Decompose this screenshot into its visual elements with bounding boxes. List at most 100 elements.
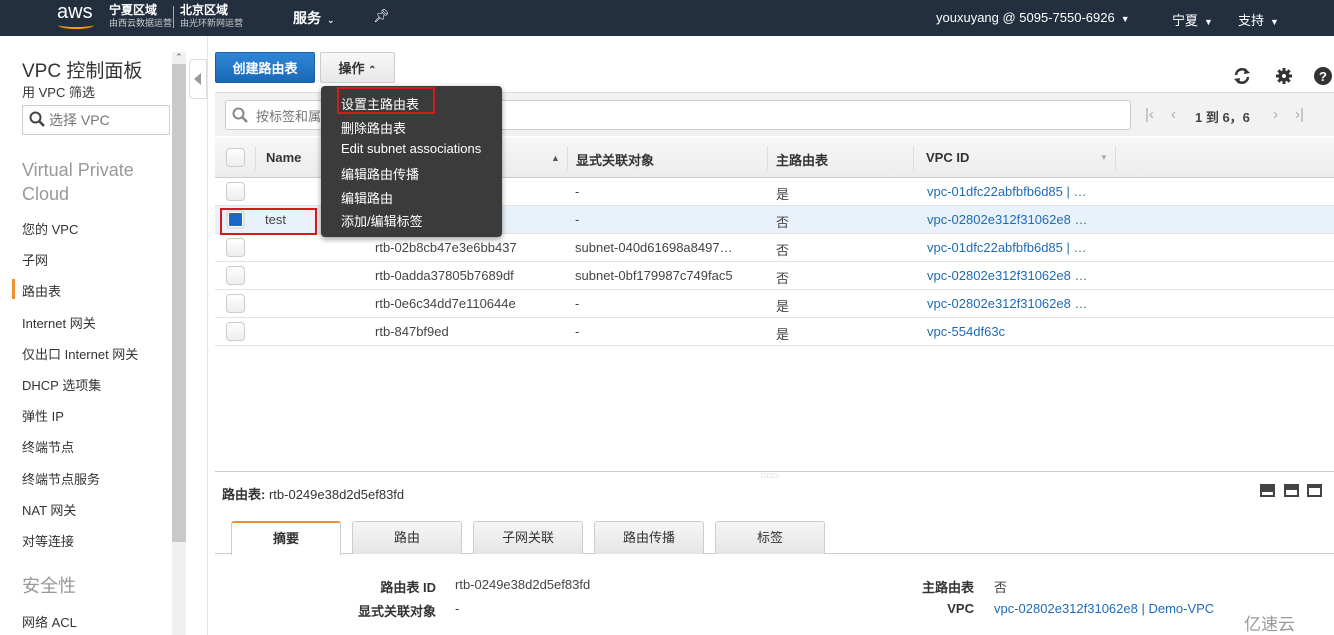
chevron-up-icon: ⌃ bbox=[368, 65, 377, 76]
layout-top-icon[interactable] bbox=[1307, 484, 1322, 497]
select-all-checkbox[interactable] bbox=[226, 148, 245, 167]
gear-icon[interactable] bbox=[1274, 66, 1294, 86]
sort-icon[interactable]: ▼ bbox=[1100, 153, 1108, 162]
caret-left-icon bbox=[194, 73, 201, 85]
sidebar-item-egress-only-igw[interactable]: 仅出口 Internet 网关 bbox=[22, 344, 138, 363]
region-ningxia[interactable]: 宁夏区域 由西云数据运营 bbox=[109, 4, 172, 30]
sidebar-item-subnets[interactable]: 子网 bbox=[22, 250, 48, 269]
caret-down-icon: ▼ bbox=[1120, 14, 1130, 24]
sidebar-item-endpoints[interactable]: 终端节点 bbox=[22, 437, 74, 456]
cell-route-table-id: rtb-0e6c34dd7e110644e bbox=[375, 296, 516, 311]
sidebar-item-elastic-ips[interactable]: 弹性 IP bbox=[22, 406, 64, 425]
sidebar-item-network-acls[interactable]: 网络 ACL bbox=[22, 612, 77, 631]
create-route-table-button[interactable]: 创建路由表 bbox=[215, 52, 315, 83]
tab-subnet-associations[interactable]: 子网关联 bbox=[473, 521, 583, 554]
vpc-filter-input[interactable] bbox=[49, 110, 164, 130]
cell-main: 是 bbox=[776, 299, 790, 314]
cell-route-table-id: rtb-02b8cb47e3e6bb437 bbox=[375, 240, 517, 255]
label-route-table-id: 路由表 ID bbox=[380, 580, 436, 595]
sidebar-item-internet-gateways[interactable]: Internet 网关 bbox=[22, 313, 96, 332]
region-selector[interactable]: 宁夏 ▼ bbox=[1172, 10, 1213, 29]
menu-item-edit-route-propagation[interactable]: 编辑路由传播 bbox=[341, 164, 419, 183]
search-icon bbox=[29, 111, 45, 127]
sidebar-item-nat-gateways[interactable]: NAT 网关 bbox=[22, 500, 76, 519]
pin-icon[interactable]: 📌︎ bbox=[373, 8, 390, 24]
sidebar: VPC 控制面板 用 VPC 筛选 Virtual Private Cloud … bbox=[0, 36, 186, 635]
cell-main: 是 bbox=[776, 327, 790, 342]
cell-vpc-id[interactable]: vpc-02802e312f31062e8 … bbox=[927, 212, 1087, 227]
tab-summary[interactable]: 摘要 bbox=[231, 521, 341, 555]
support-menu[interactable]: 支持 ▼ bbox=[1238, 10, 1279, 29]
prev-page-icon[interactable]: ‹ bbox=[1171, 106, 1176, 123]
refresh-icon[interactable] bbox=[1232, 66, 1252, 86]
tab-routes[interactable]: 路由 bbox=[352, 521, 462, 554]
chevron-down-icon: ⌄ bbox=[327, 15, 335, 25]
value-main: 否 bbox=[994, 580, 1008, 595]
column-explicit-associations[interactable]: 显式关联对象 bbox=[576, 150, 654, 169]
tab-tags[interactable]: 标签 bbox=[715, 521, 825, 554]
account-menu[interactable]: youxuyang @ 5095-7550-6926 ▼ bbox=[936, 10, 1130, 25]
scroll-up-icon[interactable]: ⌃ bbox=[175, 52, 183, 63]
sidebar-item-route-tables[interactable]: 路由表 bbox=[22, 281, 61, 300]
table-row[interactable]: rtb-0adda37805b7689df subnet-0bf179987c7… bbox=[215, 262, 1334, 290]
row-checkbox[interactable] bbox=[226, 238, 245, 257]
region-beijing[interactable]: 北京区域 由光环新网运营 bbox=[180, 4, 243, 30]
row-checkbox[interactable] bbox=[226, 322, 245, 341]
menu-item-edit-subnet-associations[interactable]: Edit subnet associations bbox=[341, 141, 481, 156]
vpc-filter-select[interactable] bbox=[22, 105, 170, 135]
sidebar-item-dhcp-options[interactable]: DHCP 选项集 bbox=[22, 375, 101, 394]
first-page-icon[interactable]: |‹ bbox=[1145, 106, 1154, 123]
aws-logo[interactable]: aws bbox=[57, 2, 97, 33]
cell-vpc-id[interactable]: vpc-02802e312f31062e8 … bbox=[927, 296, 1087, 311]
menu-item-edit-tags[interactable]: 添加/编辑标签 bbox=[341, 211, 423, 230]
cell-vpc-id[interactable]: vpc-02802e312f31062e8 … bbox=[927, 268, 1087, 283]
table-row[interactable]: rtb-847bf9ed - 是 vpc-554df63c bbox=[215, 318, 1334, 346]
menu-item-delete-route-table[interactable]: 删除路由表 bbox=[341, 118, 406, 137]
column-name[interactable]: Name bbox=[266, 150, 301, 165]
divider bbox=[207, 36, 208, 635]
actions-button[interactable]: 操作 ⌃ bbox=[320, 52, 395, 83]
services-menu[interactable]: 服务 ⌄ bbox=[293, 8, 335, 28]
value-vpc-link[interactable]: vpc-02802e312f31062e8 | Demo-VPC bbox=[994, 601, 1214, 616]
table-row[interactable]: rtb-0e6c34dd7e110644e - 是 vpc-02802e312f… bbox=[215, 290, 1334, 318]
region-divider bbox=[173, 6, 174, 28]
scrollbar-thumb[interactable] bbox=[172, 64, 186, 542]
sidebar-item-endpoint-services[interactable]: 终端节点服务 bbox=[22, 469, 100, 488]
row-checkbox[interactable] bbox=[226, 182, 245, 201]
sidebar-item-peering[interactable]: 对等连接 bbox=[22, 531, 74, 550]
sidebar-scrollbar[interactable]: ⌃ bbox=[172, 52, 186, 635]
drag-handle-icon[interactable]: □□□ bbox=[761, 473, 780, 480]
pane-splitter[interactable] bbox=[215, 471, 1334, 472]
search-icon bbox=[232, 107, 248, 123]
cell-vpc-id[interactable]: vpc-01dfc22abfbfb6d85 | … bbox=[927, 184, 1087, 199]
row-checkbox[interactable] bbox=[226, 266, 245, 285]
sidebar-item-your-vpcs[interactable]: 您的 VPC bbox=[22, 219, 78, 238]
help-icon[interactable]: ? bbox=[1313, 66, 1333, 86]
section-vpc: Virtual Private Cloud bbox=[22, 160, 134, 204]
column-separator bbox=[913, 146, 914, 170]
layout-bottom-icon[interactable] bbox=[1260, 484, 1275, 497]
last-page-icon[interactable]: ›| bbox=[1295, 106, 1304, 123]
cell-associations: - bbox=[575, 324, 580, 339]
row-checkbox[interactable] bbox=[226, 294, 245, 313]
aws-smile-icon bbox=[58, 21, 94, 29]
collapse-sidebar-button[interactable] bbox=[189, 59, 207, 99]
layout-split-icon[interactable] bbox=[1284, 484, 1299, 497]
next-page-icon[interactable]: › bbox=[1273, 106, 1278, 123]
cell-vpc-id[interactable]: vpc-554df63c bbox=[927, 324, 1005, 339]
highlight-box-menu-item bbox=[337, 87, 435, 114]
cell-main: 否 bbox=[776, 243, 790, 258]
column-vpc-id[interactable]: VPC ID bbox=[926, 150, 969, 165]
menu-item-edit-routes[interactable]: 编辑路由 bbox=[341, 188, 393, 207]
sort-asc-icon[interactable]: ▲ bbox=[551, 153, 560, 163]
cell-associations: - bbox=[575, 184, 580, 199]
cell-vpc-id[interactable]: vpc-01dfc22abfbfb6d85 | … bbox=[927, 240, 1087, 255]
column-main[interactable]: 主路由表 bbox=[776, 150, 828, 169]
highlight-box-selected-row bbox=[220, 208, 317, 235]
sidebar-title[interactable]: VPC 控制面板 bbox=[22, 56, 142, 83]
caret-down-icon: ▼ bbox=[1270, 17, 1279, 27]
tab-route-propagation[interactable]: 路由传播 bbox=[594, 521, 704, 554]
caret-down-icon: ▼ bbox=[1204, 17, 1213, 27]
table-row[interactable]: rtb-02b8cb47e3e6bb437 subnet-040d61698a8… bbox=[215, 234, 1334, 262]
value-route-table-id: rtb-0249e38d2d5ef83fd bbox=[455, 577, 591, 592]
